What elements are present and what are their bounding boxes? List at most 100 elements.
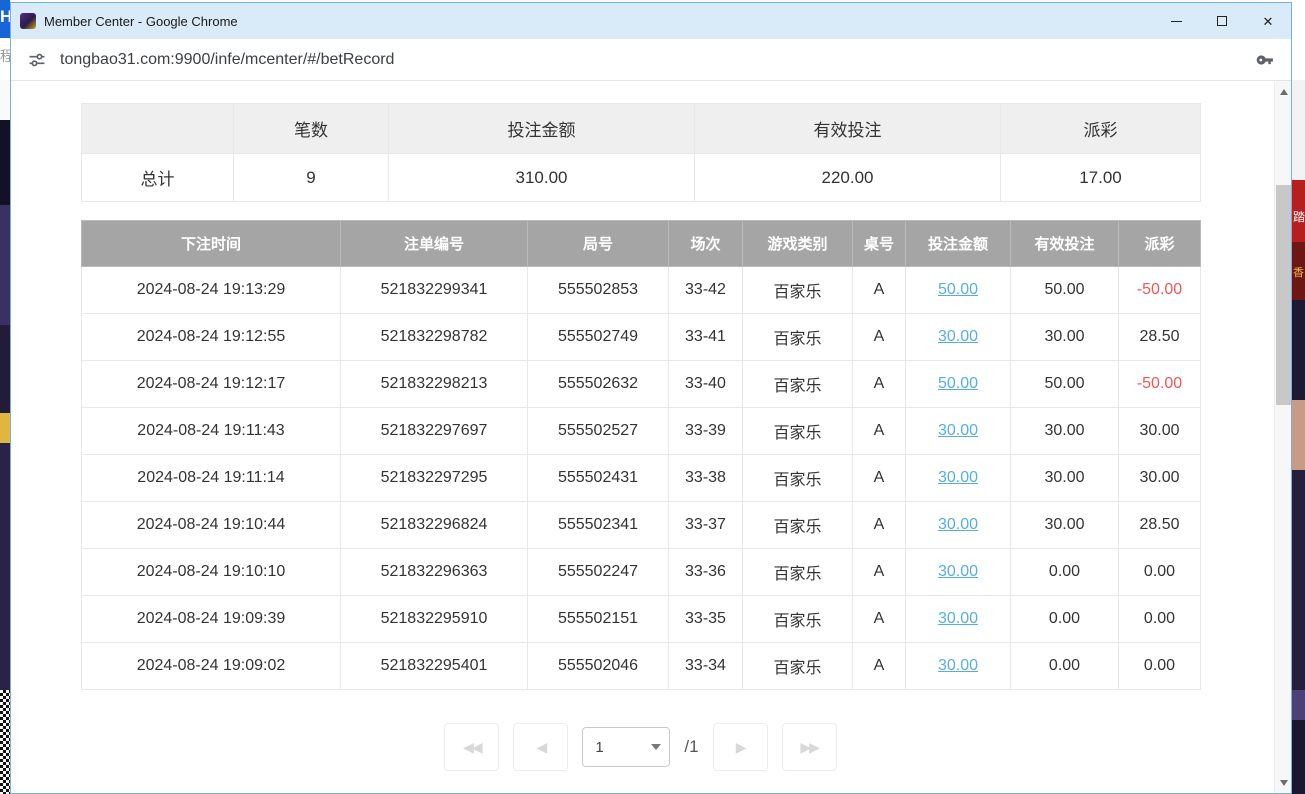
cell-table-no: A xyxy=(853,596,906,643)
cell-session: 33-39 xyxy=(669,408,743,455)
first-page-icon: ◀◀ xyxy=(463,739,481,756)
scroll-up-button[interactable] xyxy=(1275,83,1291,100)
cell-session: 33-37 xyxy=(669,502,743,549)
background-left-qr-pattern xyxy=(0,690,10,794)
summary-header-bet-amount: 投注金额 xyxy=(389,104,695,154)
bet-table-header: 场次 xyxy=(669,221,743,267)
cell-payout: -50.00 xyxy=(1119,361,1201,408)
cell-session: 33-36 xyxy=(669,549,743,596)
bet-table-row: 2024-08-24 19:13:29521832299341555502853… xyxy=(82,267,1201,314)
cell-valid-bet: 30.00 xyxy=(1011,455,1119,502)
window-title: Member Center - Google Chrome xyxy=(44,14,238,29)
site-settings-icon[interactable] xyxy=(27,50,47,70)
summary-total-label: 总计 xyxy=(82,154,234,202)
bet-record-table: 下注时间注单编号局号场次游戏类别桌号投注金额有效投注派彩 2024-08-24 … xyxy=(81,220,1201,690)
summary-header-empty xyxy=(82,104,234,154)
cell-session: 33-42 xyxy=(669,267,743,314)
window-controls: ✕ xyxy=(1153,3,1291,39)
bet-amount-link[interactable]: 30.00 xyxy=(938,469,978,486)
close-button[interactable]: ✕ xyxy=(1245,3,1291,39)
maximize-button[interactable] xyxy=(1199,3,1245,39)
cell-round-no: 555502151 xyxy=(528,596,669,643)
bet-table-row: 2024-08-24 19:10:10521832296363555502247… xyxy=(82,549,1201,596)
cell-bet-amount: 50.00 xyxy=(906,361,1011,408)
cell-round-no: 555502527 xyxy=(528,408,669,455)
cell-valid-bet: 50.00 xyxy=(1011,361,1119,408)
summary-header-count: 笔数 xyxy=(234,104,389,154)
address-bar: tongbao31.com:9900/infe/mcenter/#/betRec… xyxy=(11,39,1291,81)
bet-table-row: 2024-08-24 19:12:55521832298782555502749… xyxy=(82,314,1201,361)
cell-time: 2024-08-24 19:09:39 xyxy=(82,596,341,643)
cell-bet-no: 521832296363 xyxy=(341,549,528,596)
password-key-icon[interactable] xyxy=(1255,50,1275,70)
cell-time: 2024-08-24 19:09:02 xyxy=(82,643,341,690)
cell-valid-bet: 30.00 xyxy=(1011,502,1119,549)
bet-amount-link[interactable]: 30.00 xyxy=(938,610,978,627)
background-right-dark-strip xyxy=(1292,470,1305,690)
bet-table-header: 局号 xyxy=(528,221,669,267)
cell-time: 2024-08-24 19:10:44 xyxy=(82,502,341,549)
cell-valid-bet: 0.00 xyxy=(1011,596,1119,643)
cell-round-no: 555502046 xyxy=(528,643,669,690)
cell-bet-amount: 30.00 xyxy=(906,314,1011,361)
cell-valid-bet: 0.00 xyxy=(1011,643,1119,690)
first-page-button[interactable]: ◀◀ xyxy=(444,723,499,771)
bet-amount-link[interactable]: 30.00 xyxy=(938,328,978,345)
background-right-light-strip xyxy=(1292,80,1305,180)
bet-table-header: 下注时间 xyxy=(82,221,341,267)
background-left-dark-strip xyxy=(0,325,10,413)
bet-table-row: 2024-08-24 19:10:44521832296824555502341… xyxy=(82,502,1201,549)
cell-table-no: A xyxy=(853,549,906,596)
cell-time: 2024-08-24 19:13:29 xyxy=(82,267,341,314)
cell-payout: 0.00 xyxy=(1119,596,1201,643)
bet-amount-link[interactable]: 30.00 xyxy=(938,422,978,439)
cell-bet-no: 521832295401 xyxy=(341,643,528,690)
url-text[interactable]: tongbao31.com:9900/infe/mcenter/#/betRec… xyxy=(60,51,1242,69)
cell-time: 2024-08-24 19:12:55 xyxy=(82,314,341,361)
cell-table-no: A xyxy=(853,455,906,502)
window-titlebar: Member Center - Google Chrome ✕ xyxy=(11,3,1291,39)
scrollbar-thumb[interactable] xyxy=(1276,185,1291,405)
summary-total-row: 总计 9 310.00 220.00 17.00 xyxy=(82,154,1201,202)
bet-table-header-row: 下注时间注单编号局号场次游戏类别桌号投注金额有效投注派彩 xyxy=(82,221,1201,267)
cell-table-no: A xyxy=(853,502,906,549)
bet-amount-link[interactable]: 50.00 xyxy=(938,375,978,392)
cell-bet-amount: 30.00 xyxy=(906,502,1011,549)
bet-amount-link[interactable]: 30.00 xyxy=(938,563,978,580)
cell-bet-no: 521832295910 xyxy=(341,596,528,643)
bet-amount-link[interactable]: 50.00 xyxy=(938,281,978,298)
cell-game-type: 百家乐 xyxy=(743,361,853,408)
page-select[interactable]: 1 xyxy=(582,727,670,767)
bet-amount-link[interactable]: 30.00 xyxy=(938,657,978,674)
bet-amount-link[interactable]: 30.00 xyxy=(938,516,978,533)
bet-table-body: 2024-08-24 19:13:29521832299341555502853… xyxy=(82,267,1201,690)
cell-valid-bet: 50.00 xyxy=(1011,267,1119,314)
summary-total-payout: 17.00 xyxy=(1001,154,1201,202)
next-page-button[interactable]: ▶ xyxy=(713,723,768,771)
background-left-blue-strip: H xyxy=(0,0,10,38)
last-page-button[interactable]: ▶▶ xyxy=(782,723,837,771)
scrollbar[interactable] xyxy=(1274,81,1291,793)
background-left-purple-strip xyxy=(0,205,10,325)
cell-table-no: A xyxy=(853,267,906,314)
cell-time: 2024-08-24 19:11:43 xyxy=(82,408,341,455)
background-right-red-strip: 踏 xyxy=(1292,180,1305,242)
summary-total-bet-amount: 310.00 xyxy=(389,154,695,202)
cell-game-type: 百家乐 xyxy=(743,408,853,455)
cell-bet-no: 521832299341 xyxy=(341,267,528,314)
cell-table-no: A xyxy=(853,361,906,408)
cell-session: 33-35 xyxy=(669,596,743,643)
prev-page-button[interactable]: ◀ xyxy=(513,723,568,771)
bet-record-section: 笔数 投注金额 有效投注 派彩 总计 9 310.00 220.00 17.00 xyxy=(81,103,1200,771)
cell-bet-amount: 30.00 xyxy=(906,549,1011,596)
cell-bet-no: 521832297295 xyxy=(341,455,528,502)
minimize-button[interactable] xyxy=(1153,3,1199,39)
prev-page-icon: ◀ xyxy=(537,739,546,756)
cell-payout: 0.00 xyxy=(1119,643,1201,690)
maximize-icon xyxy=(1217,16,1227,26)
background-right-dark-strip xyxy=(1292,300,1305,400)
cell-game-type: 百家乐 xyxy=(743,502,853,549)
cell-session: 33-41 xyxy=(669,314,743,361)
scroll-down-button[interactable] xyxy=(1275,774,1291,791)
bet-table-row: 2024-08-24 19:12:17521832298213555502632… xyxy=(82,361,1201,408)
